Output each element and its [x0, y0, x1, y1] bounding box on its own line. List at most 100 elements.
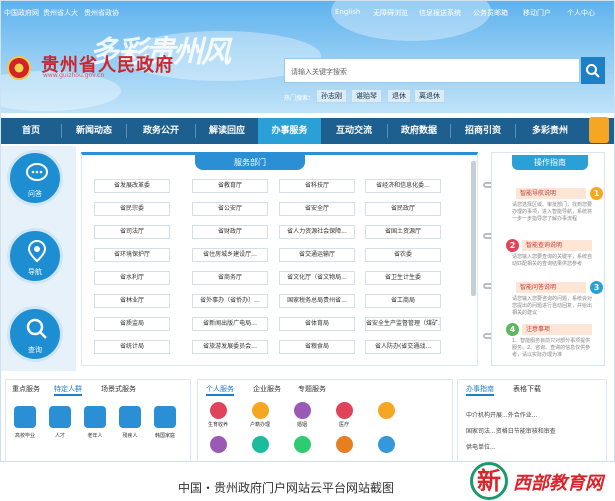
- nav-interpretation[interactable]: 解读回应: [196, 118, 258, 144]
- tab-personal-services[interactable]: 个人服务: [206, 384, 234, 396]
- nav-gov-affairs[interactable]: 政务公开: [127, 118, 195, 144]
- department-item[interactable]: 省旅游发展委员会...: [192, 340, 268, 354]
- search-input[interactable]: 请输入关键字搜索: [284, 58, 580, 83]
- department-item[interactable]: 省新闻出版广电局...: [192, 317, 268, 331]
- department-item[interactable]: 省环境保护厅: [94, 248, 170, 262]
- query-button[interactable]: 查询: [7, 306, 63, 362]
- tab-scenario-services[interactable]: 场景式服务: [101, 384, 136, 394]
- service-icon[interactable]: [378, 402, 395, 419]
- group-icon[interactable]: [14, 406, 36, 428]
- department-item[interactable]: 省国土资源厅: [365, 225, 441, 239]
- group-icon-label: 残疾人: [122, 433, 138, 439]
- department-item[interactable]: 省安全生产监督管理（煤矿...: [365, 317, 441, 331]
- hot-tag[interactable]: 离退休: [414, 89, 445, 103]
- service-icon[interactable]: [294, 402, 311, 419]
- accessibility-tool-icon[interactable]: [589, 117, 609, 143]
- department-panel: 服务部门 省发展改革委 省教育厅 省科技厅 省经济和信息化委... 省民宗委 省公安厅 省安…: [81, 152, 478, 366]
- service-icon[interactable]: [210, 436, 227, 453]
- hot-tag[interactable]: 谌贻琴: [351, 89, 382, 103]
- nav-news[interactable]: 新闻动态: [62, 118, 126, 144]
- department-item[interactable]: 省民宗委: [94, 202, 170, 216]
- topbar-mail-link[interactable]: 公务员邮箱: [473, 8, 508, 18]
- guide-step-label[interactable]: 智能导航说明: [516, 188, 586, 199]
- department-item[interactable]: 省人防办(省交通战...: [365, 340, 441, 354]
- department-item[interactable]: 省司法厅: [94, 225, 170, 239]
- search-button[interactable]: [581, 57, 605, 84]
- group-icon[interactable]: [154, 406, 176, 428]
- department-scrollbar[interactable]: [471, 161, 476, 296]
- guide-step-label[interactable]: 注意事项: [522, 324, 592, 335]
- nav-investment[interactable]: 招商引资: [451, 118, 515, 144]
- topbar-link-npc[interactable]: 贵州省人大: [43, 8, 78, 18]
- department-item[interactable]: 省工商局: [365, 294, 441, 308]
- group-icon[interactable]: [84, 406, 106, 428]
- group-icon[interactable]: [49, 406, 71, 428]
- topbar-link-cppcc[interactable]: 贵州省政协: [84, 8, 119, 18]
- hot-tag[interactable]: 退休: [387, 89, 411, 103]
- guide-link[interactable]: 中介机构开展...外合作业...: [466, 410, 537, 419]
- topbar-user-center-link[interactable]: 个人中心: [567, 8, 595, 18]
- hot-tag[interactable]: 孙志刚: [316, 89, 347, 103]
- guide-link[interactable]: 供电单位...: [466, 442, 496, 451]
- service-icon[interactable]: [336, 402, 353, 419]
- service-icon[interactable]: [294, 436, 311, 453]
- service-icon[interactable]: [378, 436, 395, 453]
- navigation-label: 导航: [28, 268, 42, 276]
- department-item[interactable]: 省林业厅: [94, 294, 170, 308]
- service-icon[interactable]: [252, 402, 269, 419]
- topbar-link-gov[interactable]: 中国政府网: [4, 8, 39, 18]
- service-icon[interactable]: [210, 402, 227, 419]
- navigation-button[interactable]: 导航: [7, 228, 63, 284]
- department-item[interactable]: 省文化厅（省文物局...: [279, 271, 355, 285]
- nav-home[interactable]: 首页: [1, 118, 61, 144]
- department-item[interactable]: 国家税务总局贵州省...: [279, 294, 355, 308]
- qa-button[interactable]: 问答: [7, 150, 63, 206]
- department-item[interactable]: 省统计局: [94, 340, 170, 354]
- guide-step-text: 请您输入您要咨询的问题，系统会对您提出的问题进行自动回复，并给出相关的建议: [512, 296, 593, 316]
- department-item[interactable]: 省安全厅: [279, 202, 355, 216]
- department-item[interactable]: 省经济和信息化委...: [365, 179, 441, 193]
- department-item[interactable]: 省人力资源社会保障...: [279, 225, 355, 239]
- nav-gov-data[interactable]: 政府数据: [388, 118, 450, 144]
- topbar-report-link[interactable]: 信息报送系统: [419, 8, 461, 18]
- service-icon-label: 户籍办理: [249, 422, 270, 428]
- department-item[interactable]: 省商务厅: [192, 271, 268, 285]
- department-item[interactable]: 省科技厅: [279, 179, 355, 193]
- guide-step-text: 请您选择区域、审批部门，找到您要办理的事项，进入智能导航，系统将一步一步指导您了…: [512, 202, 593, 222]
- group-icon[interactable]: [119, 406, 141, 428]
- nav-services[interactable]: 办事服务: [258, 118, 321, 144]
- department-item[interactable]: 省体育局: [279, 317, 355, 331]
- header-banner: 中国政府网 贵州省人大 贵州省政协 English 无障碍浏览 信息报送系统 公…: [1, 1, 614, 113]
- topbar-accessible-link[interactable]: 无障碍浏览: [373, 8, 408, 18]
- service-icon[interactable]: [252, 436, 269, 453]
- department-item[interactable]: 省质监局: [94, 317, 170, 331]
- tab-topic-services[interactable]: 专题服务: [298, 384, 326, 394]
- department-item[interactable]: 省民政厅: [365, 202, 441, 216]
- guide-step-label[interactable]: 智能问答说明: [516, 282, 586, 293]
- department-item[interactable]: 省水利厅: [94, 271, 170, 285]
- tab-special-groups[interactable]: 特定人群: [54, 384, 82, 396]
- topbar-mobile-link[interactable]: 移动门户: [523, 8, 551, 18]
- department-item[interactable]: 省教育厅: [192, 179, 268, 193]
- tab-form-download[interactable]: 表格下载: [513, 384, 541, 394]
- service-icon[interactable]: [336, 436, 353, 453]
- department-item[interactable]: 省农委: [365, 248, 441, 262]
- guide-link[interactable]: 国家司法...资格日节能审核和审查: [466, 426, 556, 435]
- service-icon-label: 生育收养: [207, 422, 228, 428]
- department-item[interactable]: 省粮食局: [279, 340, 355, 354]
- tab-service-guide[interactable]: 办事指南: [466, 384, 494, 396]
- department-item[interactable]: 省交通运输厅: [279, 248, 355, 262]
- nav-colorful-guizhou[interactable]: 多彩贵州: [516, 118, 584, 144]
- tab-key-services[interactable]: 重点服务: [12, 384, 40, 394]
- nav-interaction[interactable]: 互动交流: [321, 118, 387, 144]
- department-item[interactable]: 省发展改革委: [94, 179, 170, 193]
- tab-enterprise-services[interactable]: 企业服务: [253, 384, 281, 394]
- guide-step-label[interactable]: 智能查询说明: [522, 240, 592, 251]
- topbar-english-link[interactable]: English: [335, 8, 360, 16]
- department-item[interactable]: 省公安厅: [192, 202, 268, 216]
- department-item[interactable]: 省财政厅: [192, 225, 268, 239]
- department-item[interactable]: 省住房城乡建设厅...: [192, 248, 268, 262]
- department-item[interactable]: 省外事办（省侨办）...: [192, 294, 268, 308]
- department-item[interactable]: 省卫生计生委: [365, 271, 441, 285]
- watermark-circle: 新: [470, 462, 508, 500]
